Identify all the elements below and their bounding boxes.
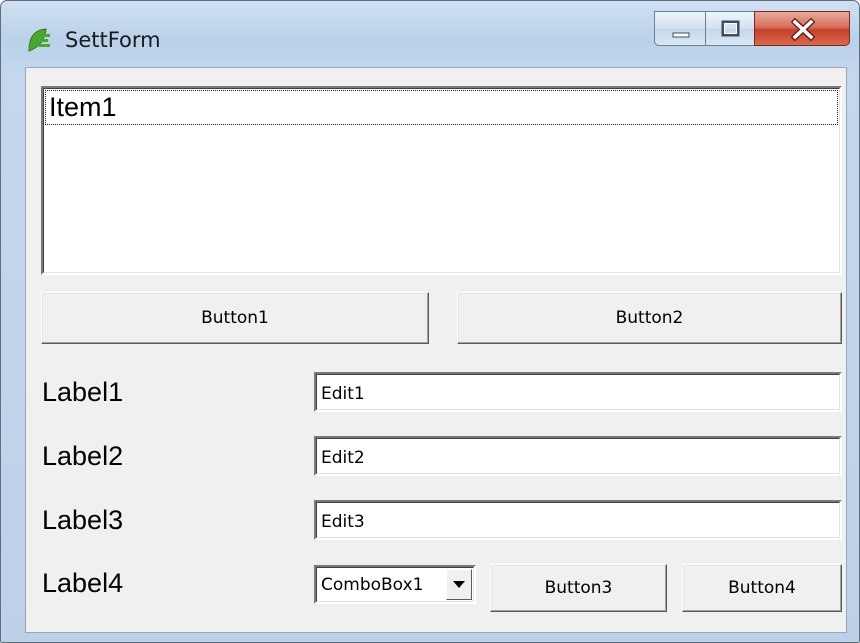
maximize-icon: [721, 20, 740, 37]
maximize-button[interactable]: [705, 11, 755, 46]
minimize-button[interactable]: [654, 11, 706, 46]
client-area: Item1 Button1 Button2 Label1 Label2 Labe…: [25, 67, 847, 633]
edit1-value[interactable]: Edit1: [316, 374, 840, 410]
edit2-value[interactable]: Edit2: [316, 438, 840, 474]
button1[interactable]: Button1: [41, 292, 429, 344]
button4[interactable]: Button4: [682, 564, 842, 612]
edit2-field[interactable]: Edit2: [314, 436, 842, 476]
window-title: SettForm: [65, 28, 161, 52]
edit1-field[interactable]: Edit1: [314, 372, 842, 412]
button2[interactable]: Button2: [457, 292, 842, 344]
label4: Label4: [42, 568, 124, 598]
minimize-icon: [672, 32, 690, 38]
combobox-dropdown-button[interactable]: [446, 569, 472, 600]
dropdown-arrow-icon: [453, 581, 465, 588]
listbox[interactable]: Item1: [41, 86, 842, 275]
edit3-value[interactable]: Edit3: [316, 502, 840, 538]
button3[interactable]: Button3: [490, 564, 667, 612]
label3: Label3: [42, 505, 124, 535]
label2: Label2: [42, 441, 124, 471]
close-button[interactable]: [754, 11, 850, 46]
combobox-value: ComboBox1: [321, 575, 424, 595]
app-leaf-icon[interactable]: [26, 27, 52, 53]
list-item[interactable]: Item1: [45, 90, 838, 125]
settform-window: SettForm Item1 Button1 Button2 Label1 La…: [0, 0, 860, 643]
title-bar[interactable]: SettForm: [1, 1, 859, 63]
label1: Label1: [42, 377, 124, 407]
edit3-field[interactable]: Edit3: [314, 500, 842, 540]
close-icon: [790, 17, 816, 42]
combobox1[interactable]: ComboBox1: [314, 565, 476, 604]
